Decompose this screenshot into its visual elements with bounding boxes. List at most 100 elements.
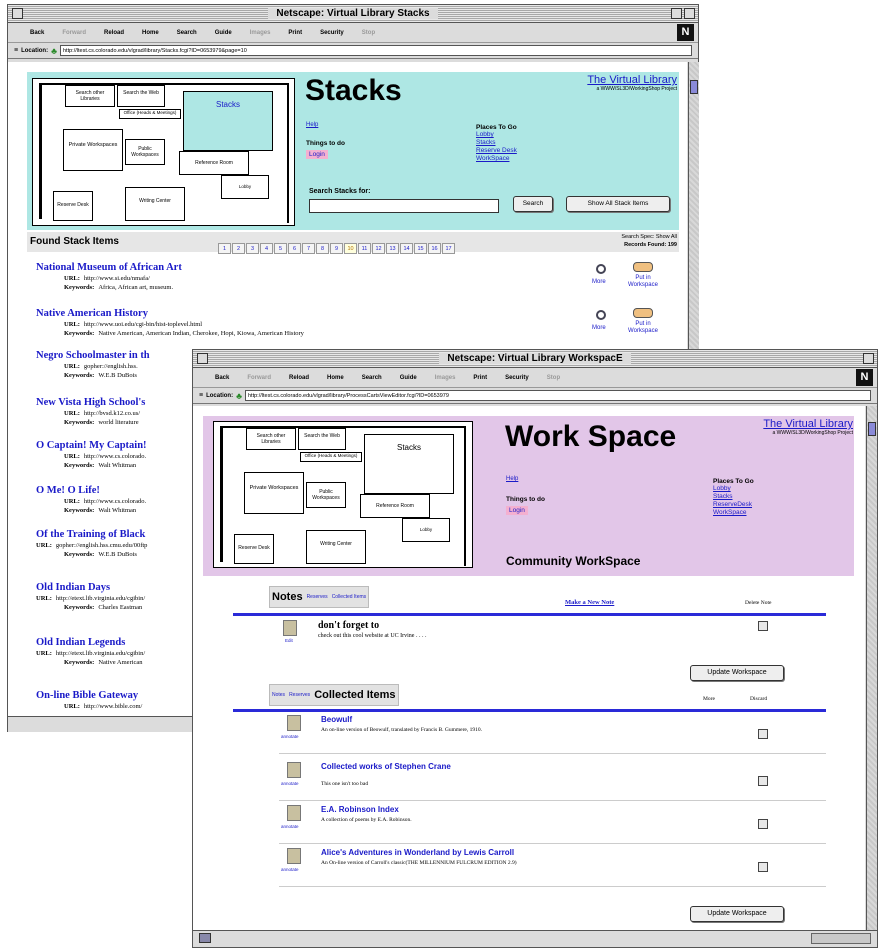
stacks-title-bar[interactable]: Netscape: Virtual Library Stacks <box>8 5 698 23</box>
map-room-reserve[interactable]: Reserve Desk <box>53 191 93 221</box>
toolbar-btn-images[interactable]: Images <box>250 30 271 36</box>
place-link-lobby[interactable]: Lobby <box>476 131 517 139</box>
close-box[interactable] <box>197 353 208 364</box>
workspace-title-bar[interactable]: Netscape: Virtual Library WorkspacE <box>193 350 877 368</box>
page-button-16[interactable]: 16 <box>428 243 441 254</box>
url-value[interactable]: http://www.uoi.edu/cgi-bin/hist-toplevel… <box>84 321 202 328</box>
edit-note-label[interactable]: Edit <box>285 638 293 643</box>
login-button[interactable]: Login <box>506 506 528 515</box>
toolbar-btn-print[interactable]: Print <box>288 30 302 36</box>
annotate-icon[interactable] <box>287 805 301 821</box>
place-link-reserve-desk[interactable]: Reserve Desk <box>476 147 517 155</box>
collected-item-title[interactable]: E.A. Robinson Index <box>321 805 399 814</box>
discard-checkbox[interactable] <box>758 776 768 786</box>
collected-item-title[interactable]: Alice's Adventures in Wonderland by Lewi… <box>321 848 514 857</box>
collapse-box[interactable] <box>684 8 695 19</box>
tab-notes[interactable]: Notes <box>272 591 303 603</box>
toolbar-btn-images[interactable]: Images <box>435 375 456 381</box>
map-room-search-libs[interactable]: Search other Libraries <box>246 428 296 450</box>
annotate-icon[interactable] <box>287 715 301 731</box>
map-room-private[interactable]: Private Workspaces <box>63 129 123 171</box>
toolbar-btn-forward[interactable]: Forward <box>62 30 86 36</box>
map-room-private[interactable]: Private Workspaces <box>244 472 304 514</box>
map-room-reference[interactable]: Reference Room <box>179 151 249 175</box>
toolbar-btn-security[interactable]: Security <box>320 30 344 36</box>
toolbar-btn-security[interactable]: Security <box>505 375 529 381</box>
page-button-13[interactable]: 13 <box>386 243 399 254</box>
bookmark-icon[interactable]: ≡ <box>14 47 18 54</box>
toolbar-btn-back[interactable]: Back <box>30 30 44 36</box>
annotate-icon[interactable] <box>287 848 301 864</box>
map-room-office[interactable]: Office (Heads & Meetings) <box>119 109 181 119</box>
login-button[interactable]: Login <box>306 150 328 159</box>
page-button-9[interactable]: 9 <box>330 243 343 254</box>
toolbar-btn-guide[interactable]: Guide <box>215 30 232 36</box>
page-button-17[interactable]: 17 <box>442 243 455 254</box>
toolbar-btn-reload[interactable]: Reload <box>289 375 309 381</box>
page-button-1[interactable]: 1 <box>218 243 231 254</box>
map-room-search-libs[interactable]: Search other Libraries <box>65 85 115 107</box>
map-room-stacks[interactable]: Stacks <box>364 434 454 494</box>
toolbar-btn-print[interactable]: Print <box>473 375 487 381</box>
tab-collected-items[interactable]: Collected Items <box>332 594 366 600</box>
map-room-search-web[interactable]: Search the Web <box>117 85 165 107</box>
url-value[interactable]: http://www.si.edu/nmafa/ <box>84 275 150 282</box>
close-box[interactable] <box>12 8 23 19</box>
library-map[interactable]: Search other Libraries Search the Web St… <box>213 421 473 568</box>
stack-item-title[interactable]: Old Indian Days <box>36 582 110 593</box>
stack-item-title[interactable]: National Museum of African Art <box>36 262 182 273</box>
annotate-label[interactable]: annotate <box>281 824 299 829</box>
page-button-15[interactable]: 15 <box>414 243 427 254</box>
bookmark-icon[interactable]: ≡ <box>199 392 203 399</box>
tab-reserves[interactable]: Reserves <box>307 594 328 600</box>
toolbar-btn-stop[interactable]: Stop <box>362 30 375 36</box>
update-workspace-button[interactable]: Update Workspace <box>690 665 784 681</box>
toolbar-btn-back[interactable]: Back <box>215 375 229 381</box>
search-input[interactable] <box>309 199 499 213</box>
pointing-hand-icon[interactable] <box>633 308 653 318</box>
vl-title[interactable]: The Virtual Library <box>763 418 853 430</box>
map-room-stacks[interactable]: Stacks <box>183 91 273 151</box>
put-in-workspace-link[interactable]: Put in Workspace <box>626 275 660 289</box>
page-button-7[interactable]: 7 <box>302 243 315 254</box>
zoom-box[interactable] <box>863 353 874 364</box>
more-link[interactable]: More <box>592 325 606 331</box>
url-value[interactable]: http://www.bible.com/ <box>84 703 142 710</box>
discard-checkbox[interactable] <box>758 819 768 829</box>
search-button[interactable]: Search <box>513 196 553 212</box>
stack-item-title[interactable]: Of the Training of Black <box>36 529 145 540</box>
place-link-stacks[interactable]: Stacks <box>713 493 752 501</box>
url-field[interactable]: http://ltest.cs.colorado.edu/vlgrad/libr… <box>245 390 871 401</box>
map-room-search-web[interactable]: Search the Web <box>298 428 346 450</box>
page-button-14[interactable]: 14 <box>400 243 413 254</box>
page-button-12[interactable]: 12 <box>372 243 385 254</box>
stack-item-title[interactable]: Native American History <box>36 308 148 319</box>
page-button-11[interactable]: 11 <box>358 243 371 254</box>
toolbar-btn-guide[interactable]: Guide <box>400 375 417 381</box>
url-value[interactable]: gopher://english.hss. <box>84 363 138 370</box>
security-icon[interactable] <box>199 933 211 943</box>
more-link[interactable]: More <box>592 279 606 285</box>
annotate-label[interactable]: annotate <box>281 781 299 786</box>
map-room-lobby[interactable]: Lobby <box>221 175 269 199</box>
map-room-writing[interactable]: Writing Center <box>306 530 366 564</box>
show-all-button[interactable]: Show All Stack Items <box>566 196 670 212</box>
put-in-workspace-link[interactable]: Put in Workspace <box>626 321 660 335</box>
toolbar-btn-forward[interactable]: Forward <box>247 375 271 381</box>
stack-item-title[interactable]: O Captain! My Captain! <box>36 440 147 451</box>
map-room-lobby[interactable]: Lobby <box>402 518 450 542</box>
help-link[interactable]: Help <box>306 122 318 128</box>
annotate-icon[interactable] <box>287 762 301 778</box>
edit-note-icon[interactable] <box>283 620 297 636</box>
tab-collected-items[interactable]: Collected Items <box>314 689 395 701</box>
delete-note-checkbox[interactable] <box>758 621 768 631</box>
page-button-3[interactable]: 3 <box>246 243 259 254</box>
page-button-8[interactable]: 8 <box>316 243 329 254</box>
make-note-link[interactable]: Make a New Note <box>565 599 614 606</box>
url-value[interactable]: gopher://english.hss.cmu.edu/00ftp <box>56 542 148 549</box>
map-room-writing[interactable]: Writing Center <box>125 187 185 221</box>
page-proxy-icon[interactable]: ♣ <box>236 391 242 401</box>
toolbar-btn-stop[interactable]: Stop <box>547 375 560 381</box>
place-link-workspace[interactable]: WorkSpace <box>476 155 517 163</box>
toolbar-btn-home[interactable]: Home <box>327 375 344 381</box>
